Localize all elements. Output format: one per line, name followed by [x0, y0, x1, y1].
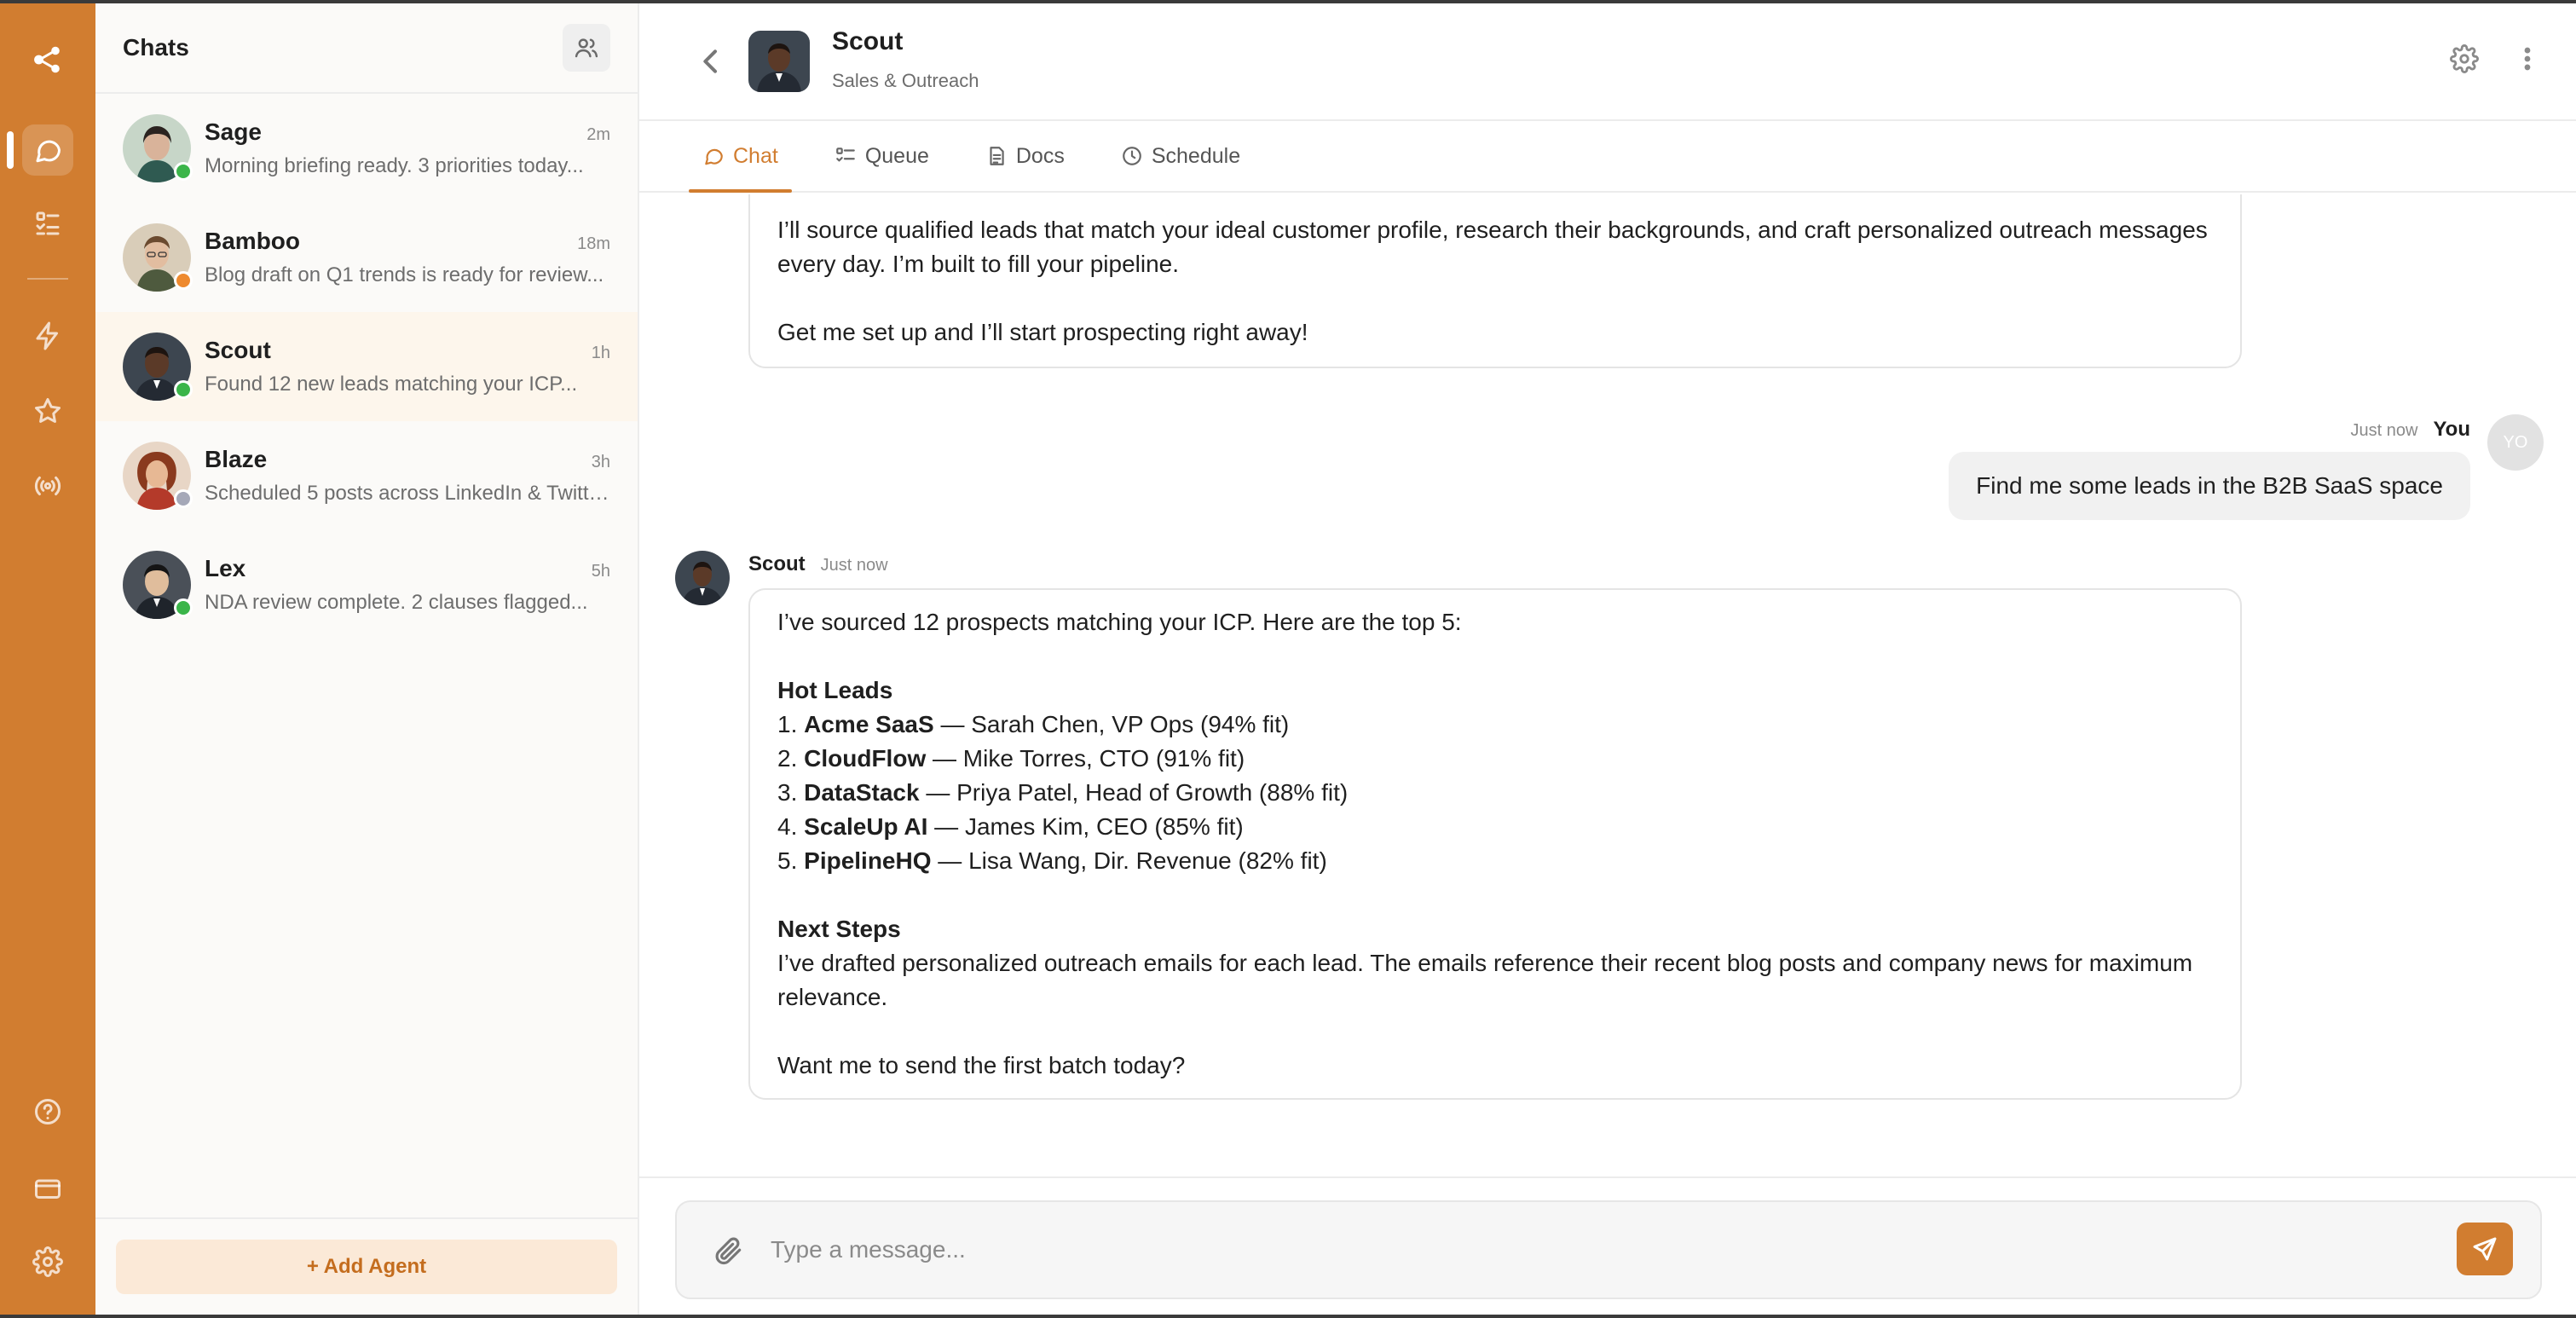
- user-avatar: YO: [2487, 414, 2544, 471]
- chat-list-title: Chats: [123, 34, 189, 61]
- group-chat-button[interactable]: [563, 24, 610, 72]
- status-offline-indicator: [174, 489, 193, 508]
- agent-message-meta: Scout Just now: [748, 552, 888, 576]
- chat-time: 3h: [591, 453, 610, 471]
- message-text: I’ve drafted personalized outreach email…: [777, 950, 2193, 1010]
- lead-item: 3. DataStack — Priya Patel, Head of Grow…: [777, 779, 1349, 806]
- document-icon: [990, 147, 1004, 165]
- chat-list-panel: Chats Sage 2m Morning briefing ready. 3 …: [95, 3, 639, 1315]
- status-online-indicator: [174, 380, 193, 399]
- chat-preview: Found 12 new leads matching your ICP...: [205, 373, 578, 396]
- chat-item-scout[interactable]: Scout 1h Found 12 new leads matching you…: [95, 312, 638, 421]
- user-message-bubble: Find me some leads in the B2B SaaS space: [1949, 452, 2470, 520]
- tab-schedule[interactable]: Schedule: [1107, 121, 1254, 191]
- message-sender: Scout: [748, 552, 806, 575]
- users-icon: [575, 38, 598, 58]
- back-chevron-icon[interactable]: [694, 44, 728, 78]
- chat-name: Sage: [205, 119, 262, 145]
- chat-name: Scout: [205, 337, 271, 363]
- lead-item: 4. ScaleUp AI — James Kim, CEO (85% fit): [777, 813, 1244, 840]
- agent-message-bubble: I’ve sourced 12 prospects matching your …: [748, 588, 2242, 1100]
- chat-name: Lex: [205, 555, 246, 581]
- broadcast-icon[interactable]: [22, 460, 73, 512]
- message-time: Just now: [2350, 421, 2418, 440]
- agent-avatar: [675, 551, 730, 605]
- lightning-icon[interactable]: [22, 310, 73, 361]
- user-message-meta: Just now You: [2351, 418, 2470, 442]
- logo-icon[interactable]: [22, 34, 73, 85]
- chat-preview: NDA review complete. 2 clauses flagged..…: [205, 591, 588, 614]
- chat-bubble-icon: [705, 148, 723, 165]
- gear-icon[interactable]: [22, 1236, 73, 1287]
- active-indicator: [7, 131, 14, 169]
- chat-time: 2m: [586, 125, 610, 144]
- conversation-header: Scout Sales & Outreach: [639, 3, 2576, 121]
- status-online-indicator: [174, 598, 193, 617]
- message-sender: You: [2433, 418, 2470, 441]
- composer: [675, 1200, 2542, 1299]
- message-text: Get me set up and I’ll start prospecting…: [777, 319, 1308, 345]
- section-heading: Next Steps: [777, 916, 901, 942]
- left-rail: [0, 3, 95, 1315]
- conversation-tabs: Chat Queue Docs Schedule: [639, 121, 2576, 193]
- chat-list-footer: + Add Agent: [95, 1217, 638, 1315]
- message-time: Just now: [820, 556, 888, 575]
- message-text: I’ll source qualified leads that match y…: [777, 217, 2208, 277]
- composer-area: [639, 1176, 2576, 1315]
- chat-time: 1h: [591, 344, 610, 362]
- queue-list-icon: [835, 147, 855, 162]
- tab-label: Schedule: [1151, 143, 1241, 168]
- section-heading: Hot Leads: [777, 677, 893, 703]
- agent-role: Sales & Outreach: [832, 70, 979, 91]
- send-button[interactable]: [2457, 1223, 2513, 1275]
- conversation-panel: Scout Sales & Outreach Chat Queue Docs S…: [639, 3, 2576, 1315]
- tab-docs[interactable]: Docs: [972, 121, 1078, 191]
- more-vertical-icon[interactable]: [2513, 44, 2542, 78]
- lead-item: 5. PipelineHQ — Lisa Wang, Dir. Revenue …: [777, 847, 1327, 874]
- lead-item: 2. CloudFlow — Mike Torres, CTO (91% fit…: [777, 745, 1245, 772]
- chat-item-bamboo[interactable]: Bamboo 18m Blog draft on Q1 trends is re…: [95, 203, 638, 312]
- app-window: Chats Sage 2m Morning briefing ready. 3 …: [0, 3, 2576, 1315]
- lead-item: 1. Acme SaaS — Sarah Chen, VP Ops (94% f…: [777, 711, 1290, 737]
- status-online-indicator: [174, 162, 193, 181]
- paperclip-icon[interactable]: [713, 1234, 745, 1267]
- clock-icon: [1123, 147, 1141, 165]
- add-agent-button[interactable]: + Add Agent: [116, 1240, 617, 1294]
- agent-avatar: [748, 31, 810, 92]
- send-icon: [2473, 1237, 2497, 1261]
- message-text: I’ve sourced 12 prospects matching your …: [777, 609, 1462, 635]
- chat-name: Bamboo: [205, 228, 300, 254]
- message-input[interactable]: [771, 1224, 2390, 1275]
- tab-queue[interactable]: Queue: [821, 121, 943, 191]
- rail-divider: [27, 278, 68, 280]
- agent-message-bubble: I’ll source qualified leads that match y…: [748, 194, 2242, 368]
- tab-label: Queue: [864, 143, 929, 168]
- message-thread: I’ll source qualified leads that match y…: [639, 194, 2576, 1176]
- chat-preview: Blog draft on Q1 trends is ready for rev…: [205, 263, 604, 286]
- chat-list-header: Chats: [95, 3, 638, 94]
- settings-gear-icon[interactable]: [2450, 44, 2479, 78]
- tab-label: Chat: [733, 143, 778, 168]
- tab-chat[interactable]: Chat: [689, 121, 792, 193]
- chat-preview: Morning briefing ready. 3 priorities tod…: [205, 154, 584, 177]
- tasks-list-icon[interactable]: [22, 198, 73, 249]
- status-away-indicator: [174, 271, 193, 290]
- star-icon[interactable]: [22, 385, 73, 436]
- chat-name: Blaze: [205, 446, 268, 472]
- help-circle-icon[interactable]: [22, 1086, 73, 1137]
- credit-card-icon[interactable]: [22, 1163, 73, 1214]
- chat-preview: Scheduled 5 posts across LinkedIn & Twit…: [205, 482, 610, 505]
- chat-item-blaze[interactable]: Blaze 3h Scheduled 5 posts across Linked…: [95, 421, 638, 530]
- chat-time: 18m: [577, 234, 610, 253]
- chat-time: 5h: [591, 562, 610, 581]
- chat-bubble-icon[interactable]: [22, 124, 73, 176]
- chat-item-lex[interactable]: Lex 5h NDA review complete. 2 clauses fl…: [95, 530, 638, 639]
- message-text: Want me to send the first batch today?: [777, 1052, 1186, 1078]
- tab-label: Docs: [1015, 143, 1065, 168]
- chat-item-sage[interactable]: Sage 2m Morning briefing ready. 3 priori…: [95, 94, 638, 203]
- agent-name: Scout: [832, 27, 904, 55]
